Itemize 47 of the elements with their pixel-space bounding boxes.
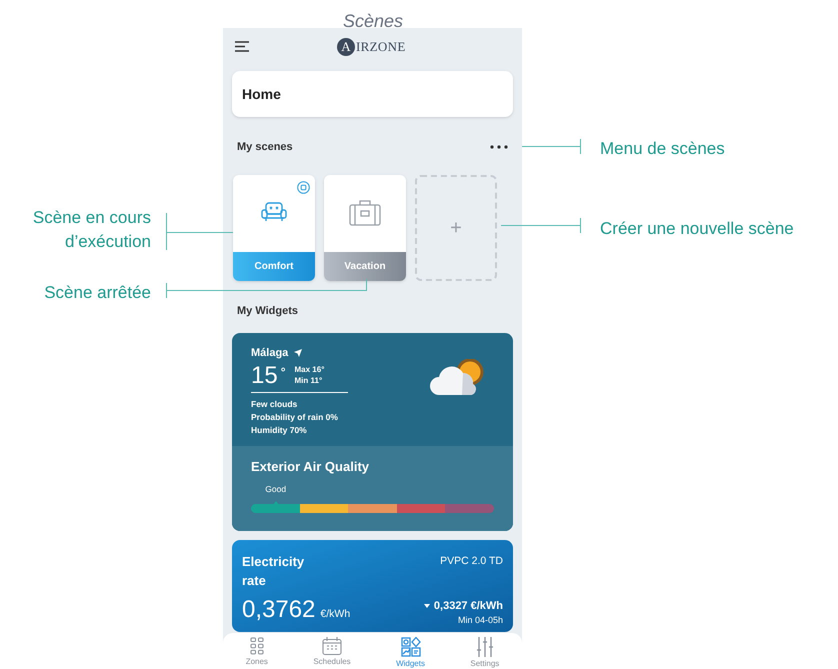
annotation-label: Créer une nouvelle scène — [600, 218, 794, 240]
min-price: 0,3327 €/kWh — [434, 598, 503, 614]
location-arrow-icon — [294, 349, 302, 358]
temperature: 15 — [251, 362, 278, 390]
scene-card[interactable]: Comfort — [233, 174, 315, 280]
nav-tab[interactable]: Schedules — [313, 637, 351, 669]
city-name: Málaga — [251, 346, 288, 361]
widget-title: Electricity rate — [242, 552, 306, 590]
weather-detail: Humidity 70% — [251, 424, 308, 436]
min-price-time: Min 04-05h — [458, 614, 503, 627]
stop-icon[interactable] — [297, 180, 310, 194]
air-quality-rating: Good — [265, 482, 286, 494]
logo-text: IRZONE — [356, 38, 406, 56]
max-temp: Max 16° — [294, 364, 324, 374]
electricity-widget[interactable]: Electricity rate PVPC 2.0 TD 0,3762 €/kWh 0,3327 €/kWh Min 04-05h — [232, 540, 513, 632]
min-temp: Min 11° — [294, 374, 324, 386]
weather-widget[interactable]: Málaga 15° Max 16° Min 11° Few clouds Probability of rain 0% Humidity 70% Exterior Air Quality Good — [232, 333, 513, 530]
nav-tab[interactable]: Settings — [470, 637, 500, 669]
tariff-name: PVPC 2.0 TD — [440, 554, 503, 568]
calendar-icon — [322, 637, 342, 655]
grid-icon — [250, 637, 264, 655]
weather-detail: Few clouds — [251, 398, 298, 410]
logo-initial: A — [337, 38, 355, 56]
price-unit: €/kWh — [320, 606, 350, 622]
section-title: My Widgets — [236, 304, 300, 318]
weather-detail: Probability of rain 0% — [251, 410, 339, 424]
more-icon[interactable] — [490, 145, 508, 150]
nav-tab[interactable]: Zones — [246, 637, 268, 669]
sliders-icon — [476, 637, 494, 657]
add-scene-button[interactable]: + — [415, 174, 497, 280]
menu-icon[interactable] — [235, 40, 249, 52]
air-quality-title: Exterior Air Quality — [251, 458, 370, 476]
section-title: My scenes — [237, 140, 293, 155]
widgets-icon — [400, 637, 421, 657]
caption: Scènes — [343, 10, 404, 33]
suitcase-icon — [349, 199, 381, 227]
scene-card[interactable]: Vacation — [324, 174, 406, 280]
annotation-label: Scène en cours d’exécution — [32, 207, 151, 253]
current-price: 0,3762 — [242, 594, 316, 624]
annotation-label: Menu de scènes — [600, 138, 725, 160]
scene-label: Vacation — [324, 252, 406, 280]
degree-sign: ° — [280, 364, 286, 380]
scene-label: Comfort — [233, 252, 315, 280]
home-selector[interactable]: Home — [232, 71, 513, 117]
nav-tab[interactable]: Widgets — [396, 637, 425, 669]
annotation-label: Scène arrêtée — [43, 282, 151, 304]
down-caret-icon — [424, 604, 430, 608]
